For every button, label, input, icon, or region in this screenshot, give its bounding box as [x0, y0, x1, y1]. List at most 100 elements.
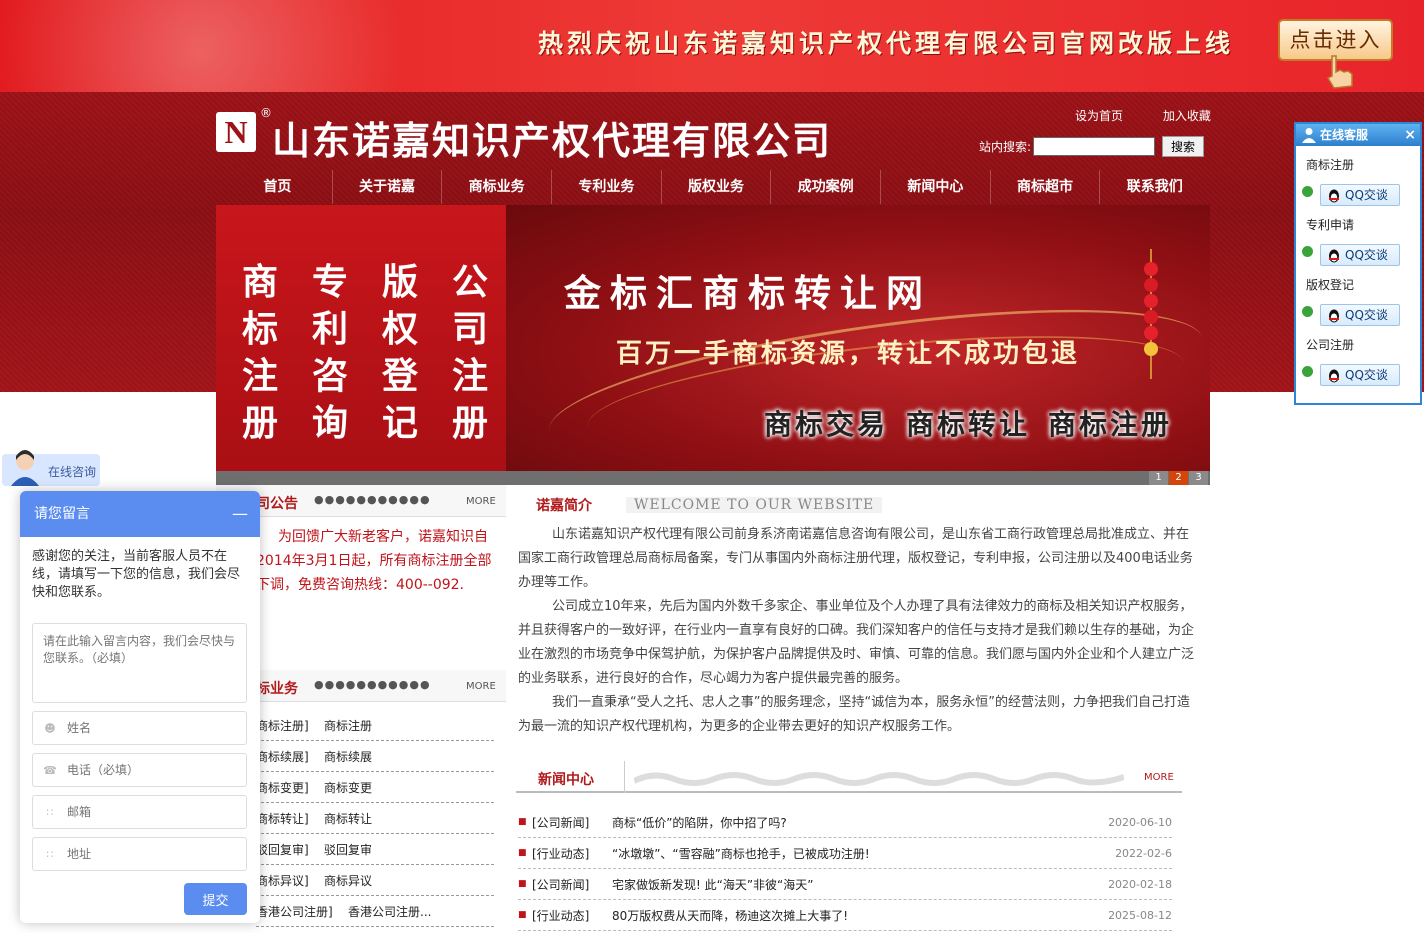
- banner-footer-bar: [216, 471, 1210, 485]
- phone-input[interactable]: [67, 763, 246, 777]
- qq-penguin-icon: [1329, 309, 1339, 323]
- pointing-hand-icon: [1326, 55, 1353, 89]
- nav-item-home[interactable]: 首页: [223, 170, 333, 204]
- news-item[interactable]: ■ [公司新闻] 宅家做饭新发现! 此“海天”非彼“海天” 2020-02-18: [518, 869, 1172, 900]
- banner-slide: 金标汇商标转让网 百万一手商标资源，转让不成功包退 商标交易 商标转让 商标注册: [506, 205, 1210, 471]
- list-item[interactable]: 商标转让] 商标转让: [256, 803, 494, 834]
- news-more-link[interactable]: MORE: [1144, 772, 1174, 783]
- banner-column-copyright: 版权登记: [381, 262, 418, 444]
- online-status-icon: [1302, 306, 1313, 317]
- name-field[interactable]: ☻: [32, 711, 247, 745]
- email-input[interactable]: [67, 805, 246, 819]
- news-list: ■ [公司新闻] 商标“低价”的陷阱，你中招了吗? 2020-06-10 ■ [行业动态…: [518, 807, 1172, 931]
- banner-page-2[interactable]: 2: [1169, 471, 1188, 485]
- set-home-link[interactable]: 设为首页: [1075, 109, 1123, 123]
- top-links: 设为首页 加入收藏: [1075, 107, 1247, 124]
- address-input[interactable]: [67, 847, 246, 861]
- main-content: 诺嘉简介 WELCOME TO OUR WEBSITE 山东诺嘉知识产权代理有限…: [506, 485, 1210, 933]
- message-content-field[interactable]: [32, 623, 247, 703]
- list-item[interactable]: 香港公司注册] 香港公司注册...: [256, 896, 494, 927]
- news-item[interactable]: ■ [行业动态] 80万版权费从天而降，杨迪这次摊上大事了! 2025-08-12: [518, 900, 1172, 931]
- email-field[interactable]: ∷: [32, 795, 247, 829]
- intro-welcome: WELCOME TO OUR WEBSITE: [626, 497, 883, 513]
- banner-tag: 商标交易: [764, 408, 889, 441]
- notice-more-link[interactable]: MORE: [466, 496, 496, 507]
- qq-chat-button[interactable]: QQ交谈: [1320, 184, 1400, 206]
- minimize-icon[interactable]: —: [232, 491, 248, 537]
- banner-pager: 1 2 3: [1148, 471, 1208, 485]
- nav-item-market[interactable]: 商标超市: [991, 170, 1101, 204]
- qq-chat-button[interactable]: QQ交谈: [1320, 364, 1400, 386]
- online-consult-label: 在线咨询: [48, 465, 97, 479]
- business-dots: ●●●●●●●●●●●: [314, 678, 431, 691]
- notice-dots: ●●●●●●●●●●●: [314, 493, 431, 506]
- banner-subtitle: 百万一手商标资源，转让不成功包退: [616, 339, 1081, 369]
- banner-column-patent: 专利咨询: [311, 262, 348, 444]
- news-header: 新闻中心 MORE: [516, 761, 1182, 793]
- news-item[interactable]: ■ [行业动态] “冰墩墩”、“雪容融”商标也抢手，已被成功注册! 2022-02-6: [518, 838, 1172, 869]
- list-item[interactable]: 商标异议] 商标异议: [256, 865, 494, 896]
- business-list: 商标注册] 商标注册 商标续展] 商标续展 商标变更] 商标变更 商标转让] 商标转让 …: [256, 710, 494, 927]
- hero-banner[interactable]: 商标注册 专利咨询 版权登记 公司注册 金标汇商标转让网 百万一手商标资源，转让…: [216, 205, 1210, 471]
- qq-penguin-icon: [1329, 369, 1339, 383]
- nav-item-about[interactable]: 关于诺嘉: [333, 170, 443, 204]
- banner-column-company: 公司注册: [451, 262, 488, 444]
- list-item[interactable]: 驳回复审] 驳回复审: [256, 834, 494, 865]
- news-item[interactable]: ■ [公司新闻] 商标“低价”的陷阱，你中招了吗? 2020-06-10: [518, 807, 1172, 838]
- qq-group-patent: 专利申请 QQ交谈: [1296, 206, 1420, 266]
- banner-tag: 商标注册: [1048, 408, 1173, 441]
- intro-title: 诺嘉简介: [536, 498, 592, 514]
- add-favorite-link[interactable]: 加入收藏: [1163, 109, 1211, 123]
- nav-item-cases[interactable]: 成功案例: [771, 170, 882, 204]
- company-logo-icon: N: [216, 112, 256, 152]
- qq-penguin-icon: [1329, 249, 1339, 263]
- close-icon[interactable]: ×: [1404, 124, 1416, 146]
- grid-icon: ∷: [46, 847, 54, 861]
- qq-group-company: 公司注册 QQ交谈: [1296, 326, 1420, 386]
- submit-button[interactable]: 提交: [184, 883, 247, 915]
- list-item[interactable]: 商标续展] 商标续展: [256, 741, 494, 772]
- address-field[interactable]: ∷: [32, 837, 247, 871]
- search-input[interactable]: [1033, 137, 1156, 156]
- banner-column-trademark: 商标注册: [241, 262, 278, 444]
- site-title: 山东诺嘉知识产权代理有限公司: [272, 119, 833, 163]
- banner-page-3[interactable]: 3: [1189, 471, 1208, 485]
- business-more-link[interactable]: MORE: [466, 681, 496, 692]
- user-icon: ☻: [44, 721, 56, 735]
- online-consult-tab[interactable]: 在线咨询: [2, 450, 100, 486]
- intro-paragraph: 公司成立10年来，先后为国内外数千多家企、事业单位及个人办理了具有法律效力的商标…: [518, 599, 1195, 686]
- nav-item-contact[interactable]: 联系我们: [1100, 170, 1209, 204]
- banner-page-1[interactable]: 1: [1149, 471, 1168, 485]
- banner-services-panel: 商标注册 专利咨询 版权登记 公司注册: [216, 205, 506, 471]
- online-status-icon: [1302, 246, 1313, 257]
- search-button[interactable]: 搜索: [1162, 136, 1205, 157]
- leave-message-header: 请您留言 —: [20, 491, 260, 537]
- leave-message-title: 请您留言: [34, 506, 90, 522]
- nav-item-patent[interactable]: 专利业务: [552, 170, 662, 204]
- business-title: 标业务: [256, 681, 298, 697]
- firecracker-icon: [1144, 249, 1158, 379]
- list-item[interactable]: 商标变更] 商标变更: [256, 772, 494, 803]
- banner-tag: 商标转让: [906, 408, 1031, 441]
- intro-paragraph: 山东诺嘉知识产权代理有限公司前身系济南诺嘉信息咨询有限公司，是山东省工商行政管理…: [518, 527, 1193, 590]
- nav-item-news[interactable]: 新闻中心: [881, 170, 991, 204]
- intro-paragraph: 我们一直秉承“受人之托、忠人之事”的服务理念，坚持“诚信为本，服务永恒”的经营法…: [518, 695, 1190, 734]
- qq-group-trademark: 商标注册 QQ交谈: [1296, 146, 1420, 206]
- qq-group-copyright: 版权登记 QQ交谈: [1296, 266, 1420, 326]
- qq-chat-button[interactable]: QQ交谈: [1320, 244, 1400, 266]
- list-item[interactable]: 商标注册] 商标注册: [256, 710, 494, 741]
- qq-chat-button[interactable]: QQ交谈: [1320, 304, 1400, 326]
- nav-item-trademark[interactable]: 商标业务: [442, 170, 553, 204]
- leave-message-intro: 感谢您的关注，当前客服人员不在线，请填写一下您的信息，我们会尽快和您联系。: [32, 549, 241, 600]
- online-status-icon: [1302, 186, 1313, 197]
- promo-banner: 热烈庆祝山东诺嘉知识产权代理有限公司官网改版上线 点击进入: [0, 0, 1424, 92]
- news-title: 新闻中心: [538, 772, 594, 788]
- site-search: 站内搜索: 搜索: [979, 136, 1205, 157]
- banner-tags: 商标交易 商标转让 商标注册: [764, 403, 1190, 443]
- phone-field[interactable]: ☎: [32, 753, 247, 787]
- nav-item-copyright[interactable]: 版权业务: [662, 170, 772, 204]
- name-input[interactable]: [67, 721, 246, 735]
- decorative-wave: [634, 772, 1124, 786]
- leave-message-widget: 请您留言 — 感谢您的关注，当前客服人员不在线，请填写一下您的信息，我们会尽快和…: [20, 491, 260, 923]
- grid-icon: ∷: [46, 805, 54, 819]
